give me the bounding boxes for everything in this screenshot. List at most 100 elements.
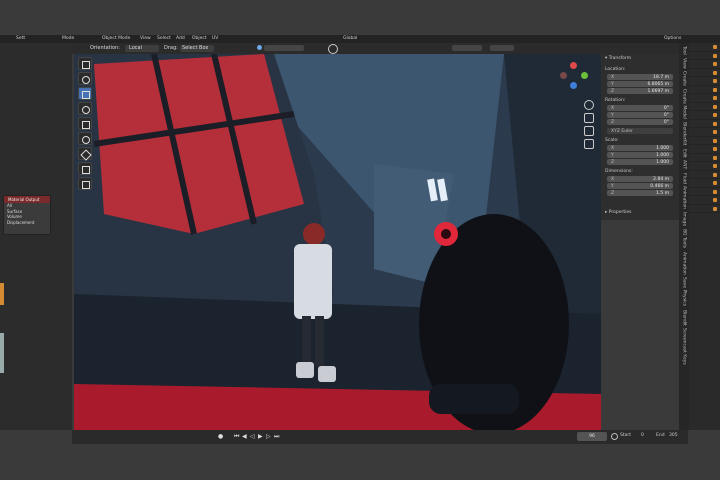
shading-buttons[interactable] [490, 45, 514, 51]
outliner-row[interactable] [689, 77, 720, 86]
location-z-field[interactable]: Z 1.6697 m [607, 88, 673, 94]
record-icon[interactable]: ● [218, 433, 223, 440]
add-cube-tool[interactable] [78, 177, 92, 190]
transform-tool[interactable] [78, 132, 92, 145]
tab[interactable]: ANT [682, 160, 687, 169]
tab[interactable]: Create Model [682, 89, 687, 119]
tab[interactable]: Screencast Keys [682, 328, 687, 365]
navigation-gizmo[interactable] [560, 62, 590, 92]
play-reverse-icon[interactable]: ◁ [250, 433, 255, 440]
properties-header[interactable]: ▸ Properties [605, 210, 683, 215]
rotation-mode-dropdown[interactable]: XYZ Euler [607, 128, 673, 134]
outliner-row[interactable] [689, 171, 720, 179]
outliner-row[interactable] [689, 154, 720, 162]
camera-icon[interactable] [584, 126, 594, 136]
sidebar-transform-panel: ▾ Transform Location: X 18.7 m Y 6.8065 m … [601, 54, 679, 220]
tab[interactable]: View [682, 58, 687, 69]
grid-icon[interactable] [584, 139, 594, 149]
hand-icon[interactable] [584, 113, 594, 123]
location-x-field[interactable]: X 18.7 m [607, 74, 673, 80]
outliner-row[interactable] [689, 120, 720, 128]
rotation-x-field[interactable]: X 0° [607, 105, 673, 111]
rotate-tool[interactable] [78, 102, 92, 115]
outliner-row[interactable] [689, 128, 720, 137]
outliner-row[interactable] [689, 52, 720, 60]
outliner-row[interactable] [689, 111, 720, 120]
tab[interactable]: Create [682, 71, 687, 86]
measure-tool[interactable] [78, 162, 92, 175]
outliner-row[interactable] [689, 43, 720, 52]
tab[interactable]: BlenderKit [682, 122, 687, 145]
select-box-tool[interactable] [78, 57, 92, 70]
options-button[interactable]: Options [664, 36, 681, 41]
menu-select[interactable]: Select [157, 36, 171, 41]
jump-end-icon[interactable]: ⏭ [274, 433, 279, 441]
menu-add[interactable]: Add [176, 36, 185, 41]
outliner-row[interactable] [689, 69, 720, 77]
mode-dropdown[interactable]: Object Mode [102, 36, 130, 41]
outliner-panel [689, 43, 720, 430]
outliner-row[interactable] [689, 137, 720, 145]
end-field[interactable]: 305 [669, 433, 678, 438]
overlay-toggles[interactable] [452, 45, 482, 51]
transform-orientation-dropdown[interactable]: Global [343, 36, 357, 41]
outliner-row[interactable] [689, 60, 720, 69]
rotation-label: Rotation: [605, 98, 626, 103]
outliner-row[interactable] [689, 94, 720, 103]
play-icon[interactable]: ▶ [258, 433, 263, 440]
transform-header[interactable]: ▾ Transform [605, 56, 683, 61]
tab[interactable]: Animation [682, 186, 687, 209]
3d-viewport[interactable] [74, 54, 601, 430]
dimensions-y-field[interactable]: Y 0.466 m [607, 183, 673, 189]
annotate-tool[interactable] [78, 147, 92, 161]
scale-tool[interactable] [78, 117, 92, 130]
start-field[interactable]: 0 [641, 433, 644, 438]
menu-view[interactable]: View [140, 36, 151, 41]
rotation-z-field[interactable]: Z 0° [607, 119, 673, 125]
rotation-y-field[interactable]: Y 0° [607, 112, 673, 118]
outliner-row[interactable] [689, 145, 720, 154]
tab[interactable]: Edit [682, 149, 687, 158]
dimensions-z-field[interactable]: Z 1.5 m [607, 190, 673, 196]
orientation-label: Orientation: [90, 45, 120, 51]
top-menu-bar: Sett Mode Object Mode View Select Add Ob… [0, 35, 720, 43]
tab[interactable]: Fluid [682, 173, 687, 184]
menu-uv[interactable]: UV [212, 36, 218, 41]
next-keyframe-icon[interactable]: ▷ [266, 433, 271, 440]
clock-icon[interactable] [611, 433, 618, 440]
current-frame-field[interactable]: 96 [577, 432, 607, 441]
dimensions-x-field[interactable]: X 2.84 m [607, 176, 673, 182]
location-y-field[interactable]: Y 6.8065 m [607, 81, 673, 87]
scale-y-field[interactable]: Y 1.000 [607, 152, 673, 158]
scale-z-field[interactable]: Z 1.000 [607, 159, 673, 165]
cursor-tool[interactable] [78, 72, 92, 85]
tab[interactable]: Animation [682, 252, 687, 275]
outliner-row[interactable] [689, 162, 720, 171]
outliner-row[interactable] [689, 205, 720, 213]
menu-object[interactable]: Object [192, 36, 207, 41]
outliner-row[interactable] [689, 188, 720, 196]
toolbar [78, 57, 92, 192]
menu-item[interactable]: Mode [62, 36, 74, 41]
tab[interactable]: Blendit [682, 310, 687, 326]
node-title: Material Output [4, 196, 50, 203]
material-output-node[interactable]: Material Output All Surface Volume Displ… [3, 195, 51, 235]
tab[interactable]: Image [682, 212, 687, 226]
tab[interactable]: Save Physics [682, 277, 687, 306]
jump-start-icon[interactable]: ⏮ [234, 433, 239, 441]
outliner-row[interactable] [689, 196, 720, 205]
scale-x-field[interactable]: X 1.000 [607, 145, 673, 151]
search-icon[interactable] [328, 44, 338, 54]
outliner-row[interactable] [689, 179, 720, 188]
snap-toggles[interactable] [264, 45, 304, 51]
move-tool[interactable] [78, 87, 92, 100]
prev-keyframe-icon[interactable]: ◀ [242, 433, 247, 440]
menu-item[interactable]: Sett [16, 36, 25, 41]
pivot-icon[interactable] [257, 45, 262, 50]
zoom-icon[interactable] [584, 100, 594, 110]
outliner-row[interactable] [689, 103, 720, 111]
outliner-row[interactable] [689, 86, 720, 94]
tab[interactable]: Tool [682, 46, 687, 55]
tab[interactable]: BG Tools [682, 229, 687, 248]
side-marker [0, 333, 4, 373]
